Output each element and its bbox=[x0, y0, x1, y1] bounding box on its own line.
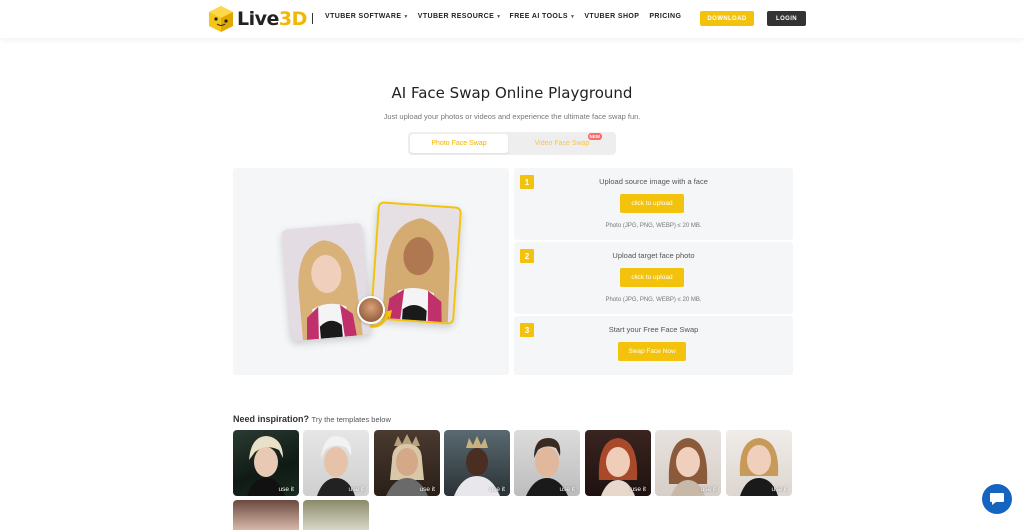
nav-label: FREE AI TOOLS bbox=[509, 13, 568, 20]
template-thumbnail[interactable] bbox=[303, 500, 369, 530]
cube-logo-icon bbox=[209, 6, 233, 32]
upload-target-button[interactable]: click to upload bbox=[620, 268, 684, 287]
template-thumbnail[interactable]: use it bbox=[655, 430, 721, 496]
template-thumbnail[interactable]: use it bbox=[726, 430, 792, 496]
nav-label: VTUBER SHOP bbox=[584, 13, 640, 20]
nav-label: VTUBER SOFTWARE bbox=[325, 13, 402, 20]
nav-vtuber-shop[interactable]: VTUBER SHOP bbox=[584, 13, 639, 20]
inspiration-subtitle: Try the templates below bbox=[311, 415, 391, 424]
download-button[interactable]: DOWNLOAD bbox=[700, 11, 754, 26]
use-it-label: use it bbox=[771, 486, 787, 493]
tab-photo-face-swap[interactable]: Photo Face Swap bbox=[410, 134, 508, 153]
chat-bubble-icon bbox=[990, 493, 1004, 505]
swap-face-now-button[interactable]: Swap Face Now bbox=[618, 342, 686, 361]
use-it-label: use it bbox=[489, 486, 505, 493]
template-thumbnail[interactable]: use it bbox=[514, 430, 580, 496]
chevron-down-icon: ▼ bbox=[496, 13, 502, 20]
portrait-illustration-icon bbox=[281, 222, 372, 342]
inspiration-heading: Need inspiration? Try the templates belo… bbox=[233, 414, 391, 424]
chevron-down-icon: ▼ bbox=[403, 13, 409, 20]
page-title: AI Face Swap Online Playground bbox=[391, 84, 633, 102]
chevron-down-icon: ▼ bbox=[570, 13, 576, 20]
mode-tabs: Photo Face Swap Video Face Swap NEW bbox=[408, 132, 616, 155]
use-it-label: use it bbox=[419, 486, 435, 493]
nav-vtuber-resource[interactable]: VTUBER RESOURCE ▼ bbox=[418, 13, 502, 20]
step-upload-source: 1 Upload source image with a face click … bbox=[514, 168, 793, 240]
step-title: Upload source image with a face bbox=[599, 177, 708, 186]
nav-label: PRICING bbox=[649, 13, 682, 20]
use-it-label: use it bbox=[278, 486, 294, 493]
nav-pricing[interactable]: PRICING bbox=[649, 13, 681, 20]
nav-divider bbox=[312, 13, 313, 24]
nav-free-ai-tools[interactable]: FREE AI TOOLS ▼ bbox=[510, 13, 576, 20]
new-badge: NEW bbox=[587, 133, 602, 140]
template-thumbnail[interactable] bbox=[233, 500, 299, 530]
target-face-avatar bbox=[357, 296, 385, 324]
source-face-image bbox=[281, 222, 372, 342]
login-button[interactable]: LOGIN bbox=[767, 11, 806, 26]
template-thumbnail[interactable]: use it bbox=[374, 430, 440, 496]
template-thumbnail[interactable]: use it bbox=[233, 430, 299, 496]
template-thumbnail[interactable]: use it bbox=[444, 430, 510, 496]
page-subtitle: Just upload your photos or videos and ex… bbox=[383, 112, 641, 121]
logo-text-main: Live bbox=[237, 8, 279, 30]
file-requirements-note: Photo (JPG, PNG, WEBP) ≤ 20 MB. bbox=[605, 297, 702, 303]
inspiration-title: Need inspiration? bbox=[233, 414, 310, 424]
use-it-label: use it bbox=[630, 486, 646, 493]
step-title: Start your Free Face Swap bbox=[608, 325, 699, 334]
tab-video-label: Video Face Swap bbox=[534, 140, 590, 147]
use-it-label: use it bbox=[559, 486, 575, 493]
step-upload-target: 2 Upload target face photo click to uplo… bbox=[514, 242, 793, 314]
template-thumbnail[interactable]: use it bbox=[303, 430, 369, 496]
use-it-label: use it bbox=[348, 486, 364, 493]
preview-panel bbox=[233, 168, 509, 375]
template-thumbnail[interactable]: use it bbox=[585, 430, 651, 496]
chat-support-button[interactable] bbox=[982, 484, 1012, 514]
upload-source-button[interactable]: click to upload bbox=[620, 194, 684, 213]
top-navbar: Live3D VTUBER SOFTWARE ▼ VTUBER RESOURCE ▼… bbox=[0, 0, 1024, 38]
nav-label: VTUBER RESOURCE bbox=[417, 13, 495, 20]
logo-text-accent: 3D bbox=[278, 8, 308, 30]
file-requirements-note: Photo (JPG, PNG, WEBP) ≤ 20 MB. bbox=[605, 223, 702, 229]
nav-vtuber-software[interactable]: VTUBER SOFTWARE ▼ bbox=[325, 13, 409, 20]
live3d-logo[interactable]: Live3D bbox=[207, 4, 307, 34]
main-nav: VTUBER SOFTWARE ▼ VTUBER RESOURCE ▼ FREE A… bbox=[325, 13, 681, 20]
tab-video-face-swap[interactable]: Video Face Swap NEW bbox=[512, 133, 612, 153]
step-title: Upload target face photo bbox=[612, 251, 695, 260]
use-it-label: use it bbox=[700, 486, 716, 493]
step-swap: 3 Start your Free Face Swap Swap Face No… bbox=[514, 316, 793, 375]
